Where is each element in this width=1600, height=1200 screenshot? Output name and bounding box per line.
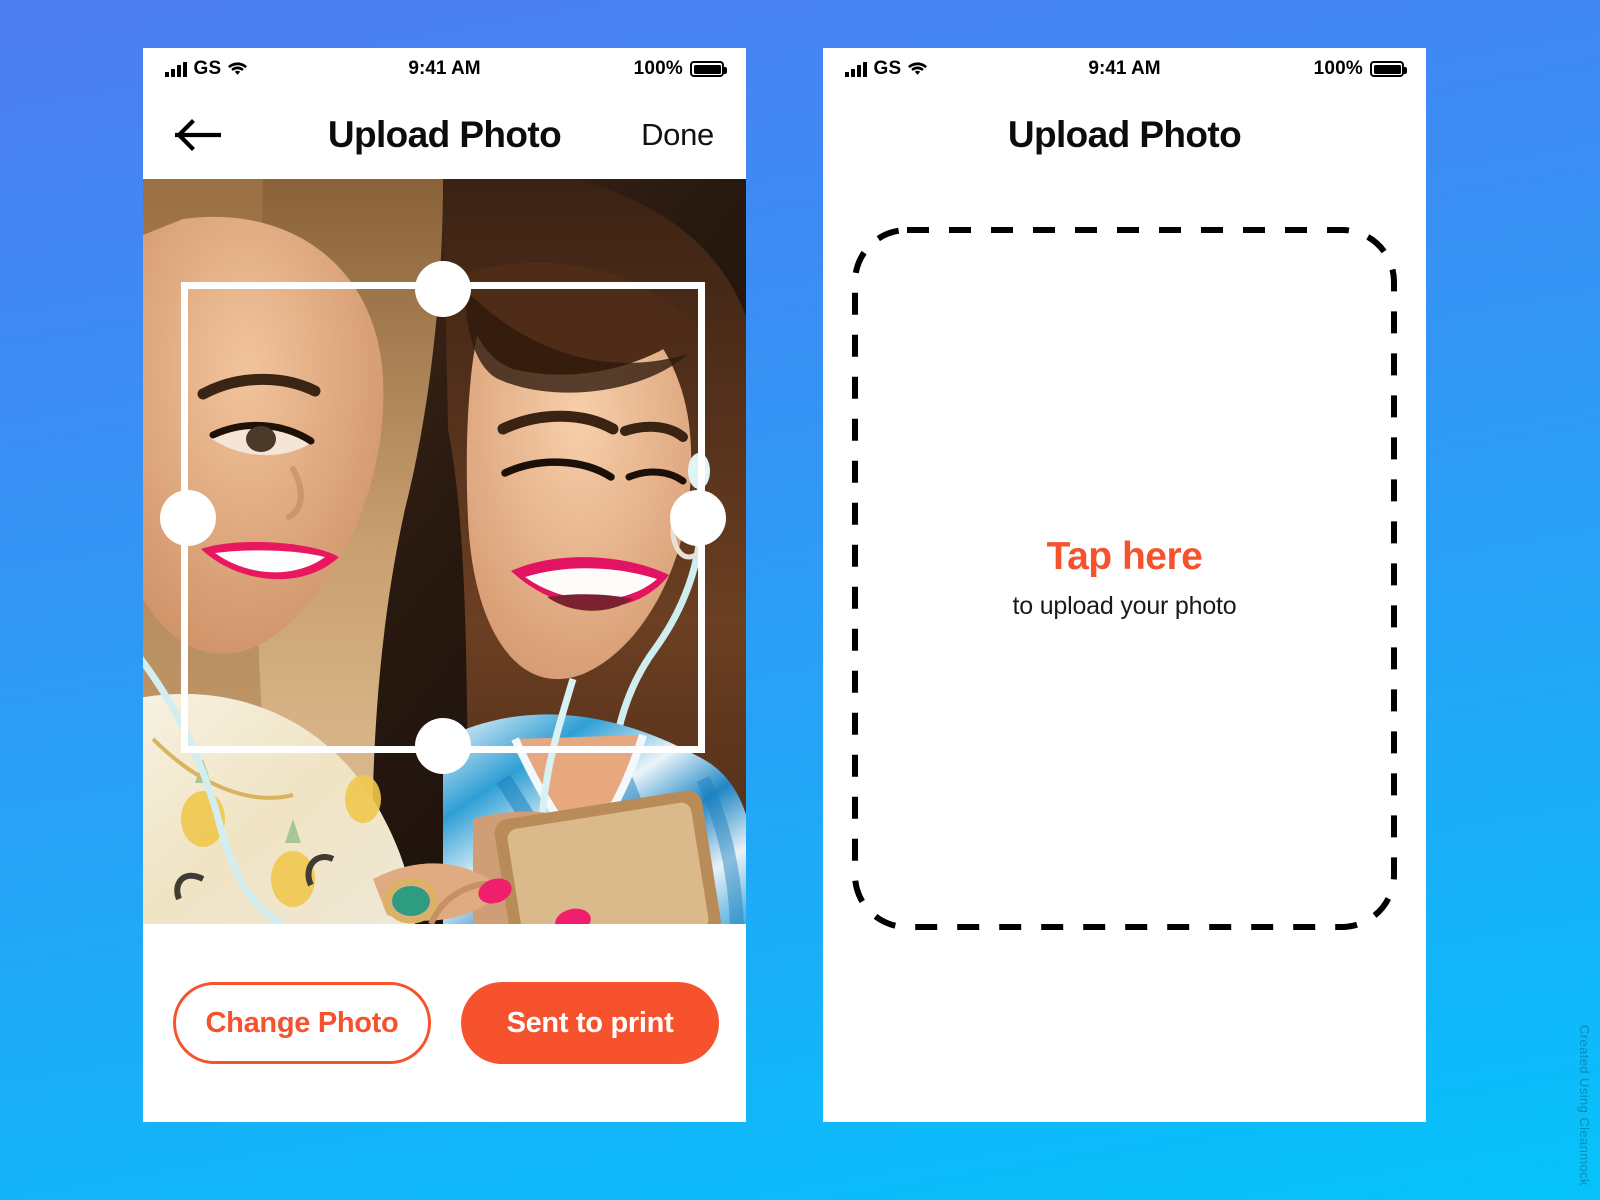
status-bar-right: 100% bbox=[633, 58, 727, 80]
phone-screen-crop: GS 9:41 AM 100% Upload Photo Done Change… bbox=[143, 48, 746, 1122]
cellular-bars-icon bbox=[165, 61, 187, 77]
cellular-bars-icon bbox=[845, 61, 867, 77]
photo-preview[interactable] bbox=[143, 179, 746, 924]
arrow-left-icon[interactable] bbox=[175, 118, 223, 152]
battery-full-icon bbox=[690, 61, 727, 77]
wifi-icon bbox=[908, 61, 928, 77]
battery-percent-label: 100% bbox=[633, 58, 683, 79]
watermark-label: Created Using Cleanmock bbox=[1577, 1025, 1592, 1186]
phone-screen-upload: GS 9:41 AM 100% Upload Photo Tap here to… bbox=[823, 48, 1426, 1122]
status-bar-right: 100% bbox=[1313, 58, 1407, 80]
crop-handle-right[interactable] bbox=[670, 489, 726, 546]
wifi-icon bbox=[228, 61, 248, 77]
status-bar: GS 9:41 AM 100% bbox=[823, 48, 1426, 90]
upload-dropzone[interactable]: Tap here to upload your photo bbox=[852, 227, 1397, 930]
crop-rectangle[interactable] bbox=[160, 261, 726, 774]
sent-to-print-button[interactable]: Sent to print bbox=[461, 982, 719, 1064]
dropzone-container: Tap here to upload your photo bbox=[823, 179, 1426, 1122]
carrier-label: GS bbox=[873, 58, 902, 79]
status-bar-left: GS bbox=[165, 58, 248, 80]
battery-percent-label: 100% bbox=[1313, 58, 1363, 79]
status-bar-left: GS bbox=[845, 58, 928, 80]
nav-bar: Upload Photo Done bbox=[143, 90, 746, 179]
action-button-bar: Change Photo Sent to print bbox=[143, 924, 746, 1122]
crop-handle-bottom[interactable] bbox=[415, 718, 471, 774]
carrier-label: GS bbox=[193, 58, 222, 79]
crop-handle-top[interactable] bbox=[415, 261, 471, 317]
done-button[interactable]: Done bbox=[641, 117, 714, 153]
change-photo-button[interactable]: Change Photo bbox=[173, 982, 431, 1064]
battery-full-icon bbox=[1370, 61, 1407, 77]
dropzone-title: Tap here bbox=[1046, 534, 1203, 578]
crop-handle-left[interactable] bbox=[160, 489, 216, 546]
page-title: Upload Photo bbox=[1007, 113, 1242, 155]
nav-bar: Upload Photo bbox=[823, 90, 1426, 179]
dropzone-subtitle: to upload your photo bbox=[1012, 592, 1237, 621]
status-bar: GS 9:41 AM 100% bbox=[143, 48, 746, 90]
dropzone-text: Tap here to upload your photo bbox=[1012, 534, 1237, 622]
